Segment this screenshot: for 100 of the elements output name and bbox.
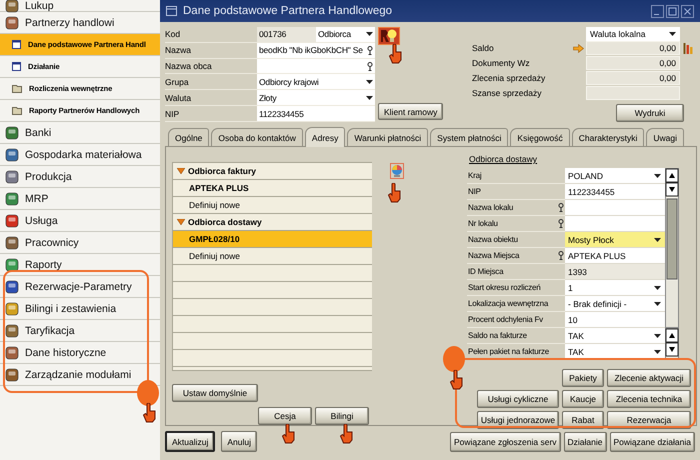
caret-icon <box>654 350 661 354</box>
sidebar-item[interactable]: Produkcja <box>0 166 160 188</box>
input-field[interactable] <box>565 216 665 232</box>
list-item[interactable]: Definiuj nowe <box>173 248 372 265</box>
globe-icon <box>390 163 404 179</box>
input-field[interactable]: APTEKA PLUS <box>565 248 665 264</box>
caret-icon <box>654 238 661 242</box>
sidebar-item[interactable]: Raporty <box>0 254 160 276</box>
sidebar-item[interactable]: Rezerwacje-Parametry <box>0 276 160 298</box>
window-icon <box>12 62 21 71</box>
footer-button[interactable]: Powiązane zgłoszenia serv <box>450 432 561 452</box>
field-label: Saldo na fakturze <box>468 331 527 340</box>
footer-button[interactable]: Działanie <box>564 432 606 452</box>
readonly-field: 1393 <box>565 264 665 280</box>
tile-icon <box>5 236 19 250</box>
maximize-icon <box>666 4 679 18</box>
field-label: Nazwa lokalu <box>468 203 514 212</box>
hand-cursor-icon <box>282 424 296 444</box>
dropdown-field[interactable]: - Brak definicji - <box>565 296 665 312</box>
action-button[interactable]: Pakiety <box>562 369 604 387</box>
dropdown-field[interactable]: Mosty Płock <box>565 232 665 248</box>
action-button[interactable]: Zlecenia technika <box>607 390 691 408</box>
tile-icon <box>5 0 19 12</box>
action-button[interactable]: Kaucje <box>562 390 604 408</box>
readonly-field: 0,00 <box>586 70 680 85</box>
sidebar-item[interactable]: Banki <box>0 122 160 144</box>
sidebar-item[interactable]: Usługa <box>0 210 160 232</box>
field-label: ID Miejsca <box>468 267 504 276</box>
action-button[interactable]: Zlecenie aktywacji <box>607 369 691 387</box>
dropdown-field[interactable]: POLAND <box>565 168 665 184</box>
tile-icon <box>5 214 19 228</box>
list-item[interactable]: GMPŁ028/10 <box>173 231 372 248</box>
input-field[interactable] <box>565 200 665 216</box>
field-label: Kraj <box>468 171 482 180</box>
window-title: Dane podstawowe Partnera Handlowego <box>183 5 394 17</box>
group-header[interactable]: Odbiorca faktury <box>173 163 372 180</box>
tab[interactable]: System płatności <box>430 128 508 146</box>
tile-icon <box>5 280 19 294</box>
input-field[interactable]: 1122334455 <box>257 106 375 121</box>
tab[interactable]: Księgowość <box>510 128 570 146</box>
sidebar-item[interactable]: Gospodarka materiałowa <box>0 144 160 166</box>
caret-icon <box>366 96 373 100</box>
sidebar-item[interactable]: Lukup <box>0 0 160 12</box>
tile-icon <box>5 368 19 382</box>
sidebar-item[interactable]: Dane historyczne <box>0 342 160 364</box>
field-label: NIP <box>165 108 180 121</box>
action-button[interactable]: Usługi cykliczne <box>477 390 559 408</box>
caret-icon <box>654 334 661 338</box>
field-label: Nazwa obiektu <box>468 235 518 244</box>
tab[interactable]: Osoba do kontaktów <box>211 128 303 146</box>
set-default-button[interactable]: Ustaw domyślnie <box>172 384 258 402</box>
tile-icon <box>5 346 19 360</box>
list-item[interactable]: APTEKA PLUS <box>173 180 372 197</box>
field-label: Pełen pakiet na fakturze <box>468 347 550 356</box>
caret-icon <box>366 32 373 36</box>
input-field[interactable] <box>257 58 375 74</box>
input-field[interactable]: 10 <box>565 312 665 328</box>
folder-icon <box>12 84 22 93</box>
hand-cursor-icon <box>389 44 403 64</box>
dropdown-field[interactable]: 1 <box>565 280 665 296</box>
field-label: Grupa <box>165 76 190 89</box>
tile-icon <box>5 126 19 140</box>
tab[interactable]: Ogólne <box>168 128 210 146</box>
print-button[interactable]: Wydruki <box>616 104 684 122</box>
field-label: Zlecenia sprzedaży <box>471 72 546 83</box>
dropdown-field[interactable]: Waluta lokalna <box>586 27 680 41</box>
action-button[interactable]: Bilingi <box>315 407 369 425</box>
hand-cursor-icon <box>143 403 157 423</box>
field-label: Szanse sprzedaży <box>471 88 542 98</box>
sidebar-item[interactable]: Bilingi i zestawienia <box>0 298 160 320</box>
caret-icon <box>669 32 676 36</box>
field-label: Saldo <box>471 43 495 54</box>
dropdown-field[interactable]: Odbiorca <box>316 27 375 42</box>
action-button[interactable]: Cesja <box>258 407 312 425</box>
framework-button[interactable]: Klient ramowy <box>378 103 444 120</box>
footer-button[interactable]: Anuluj <box>221 431 258 452</box>
tab[interactable]: Charakterystyki <box>572 128 644 146</box>
caret-icon <box>654 286 661 290</box>
field-label: Nazwa obca <box>165 60 213 74</box>
list-item[interactable]: Definiuj nowe <box>173 197 372 214</box>
tab[interactable]: Warunki płatności <box>347 128 428 146</box>
folder-icon <box>12 106 22 115</box>
tile-icon <box>5 16 19 30</box>
field-label: Kod <box>165 28 182 42</box>
tab[interactable]: Uwagi <box>646 128 684 146</box>
sidebar-item[interactable]: MRP <box>0 188 160 210</box>
footer-button[interactable]: Powiązane działania <box>610 432 695 452</box>
field-label: Procent odchylenia Fv <box>468 315 543 324</box>
input-field[interactable]: 1122334455 <box>565 184 665 200</box>
input-field[interactable]: beodKb "Nb ikGboKbCH" Se <box>257 42 375 58</box>
dropdown-field[interactable]: Odbiorcy krajowi <box>257 74 375 90</box>
sidebar-item[interactable]: Taryfikacja <box>0 320 160 342</box>
window-icon <box>12 40 21 49</box>
dropdown-field[interactable]: TAK <box>565 328 665 344</box>
field-label: Nazwa Miejsca <box>468 251 520 260</box>
dropdown-field[interactable]: Złoty <box>257 90 375 106</box>
footer-button[interactable]: Aktualizuj <box>165 431 216 452</box>
tab[interactable]: Adresy <box>304 127 346 147</box>
hand-cursor-icon <box>450 370 464 390</box>
sidebar-item[interactable]: Pracownicy <box>0 232 160 254</box>
